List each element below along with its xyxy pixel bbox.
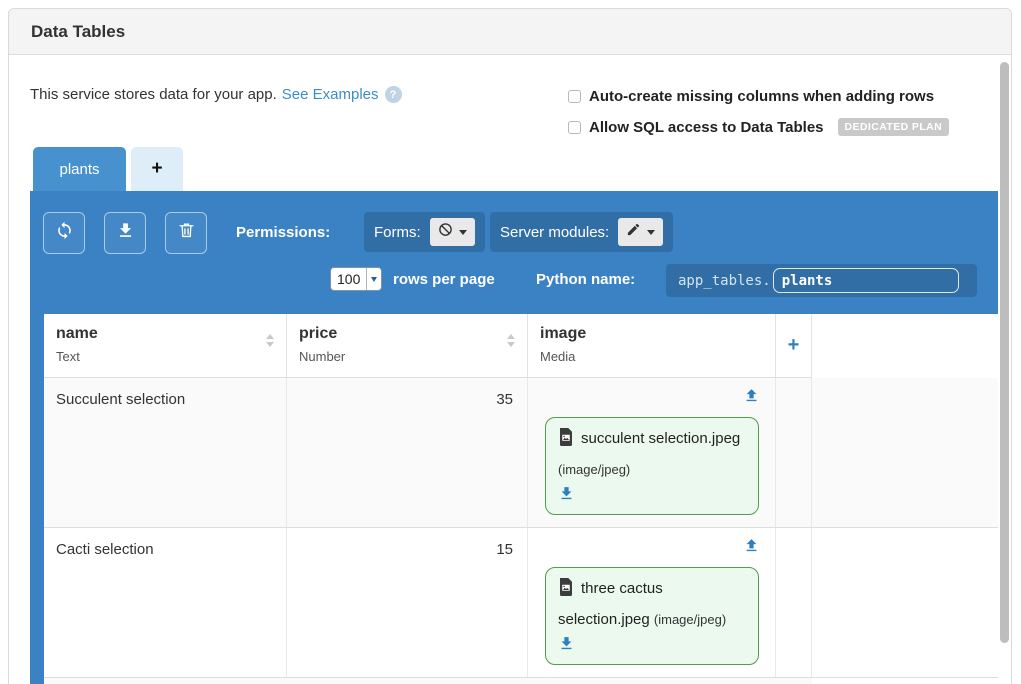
- option-auto-create[interactable]: Auto-create missing columns when adding …: [568, 88, 934, 105]
- server-modules-permission-dropdown[interactable]: [618, 218, 663, 246]
- dedicated-plan-badge: DEDICATED PLAN: [838, 118, 950, 136]
- refresh-icon: [55, 221, 74, 245]
- ban-icon: [438, 222, 453, 242]
- file-image-icon: [558, 428, 574, 456]
- table-row: Succulent selection 35 succulent selecti…: [44, 378, 998, 528]
- chevron-down-icon: [647, 230, 655, 235]
- media-filename: succulent selection.jpeg: [581, 430, 740, 447]
- cell-name[interactable]: Succulent selection: [44, 378, 287, 527]
- python-name-label: Python name:: [536, 271, 635, 288]
- cell-media: succulent selection.jpeg (image/jpeg): [528, 378, 776, 527]
- cell-name[interactable]: Cacti selection: [44, 528, 287, 677]
- auto-create-checkbox[interactable]: [568, 90, 581, 103]
- sort-icon[interactable]: [266, 334, 274, 347]
- tab-plants-label: plants: [59, 161, 99, 178]
- export-button[interactable]: [104, 212, 146, 254]
- cell-empty: [776, 378, 812, 527]
- rows-per-page-label: rows per page: [393, 271, 495, 288]
- sort-icon[interactable]: [507, 334, 515, 347]
- python-name-group: app_tables.: [666, 264, 977, 297]
- add-column-button[interactable]: +: [776, 314, 812, 378]
- forms-permission-dropdown[interactable]: [430, 218, 475, 246]
- option-allow-sql[interactable]: Allow SQL access to Data Tables DEDICATE…: [568, 118, 949, 136]
- download-icon[interactable]: [558, 635, 746, 656]
- column-header-name[interactable]: name Text: [44, 314, 287, 378]
- vertical-scrollbar[interactable]: [1000, 62, 1009, 643]
- server-modules-permission-group: Server modules:: [490, 212, 673, 252]
- python-name-prefix: app_tables.: [678, 273, 771, 289]
- permissions-label: Permissions:: [236, 224, 330, 241]
- table-row: Cacti selection 15 three cactus selectio…: [44, 528, 998, 678]
- next-row-sliver: [44, 678, 812, 684]
- tab-plants[interactable]: plants: [33, 147, 126, 191]
- plus-icon: +: [788, 334, 800, 357]
- chevron-down-icon: [459, 230, 467, 235]
- python-name-input[interactable]: [773, 268, 959, 293]
- media-mimetype: (image/jpeg): [558, 462, 630, 477]
- question-circle-icon[interactable]: ?: [385, 86, 402, 103]
- upload-icon[interactable]: [743, 537, 760, 558]
- forms-label: Forms:: [374, 224, 421, 241]
- column-header-image[interactable]: image Media: [528, 314, 776, 378]
- media-file-box: succulent selection.jpeg (image/jpeg): [545, 417, 759, 515]
- table-header-row: name Text price Number image Media +: [44, 314, 998, 378]
- rows-per-page-value: 100: [331, 268, 366, 290]
- cell-price[interactable]: 35: [287, 378, 528, 527]
- data-table: name Text price Number image Media + Suc…: [44, 314, 998, 684]
- allow-sql-checkbox[interactable]: [568, 121, 581, 134]
- see-examples-link[interactable]: See Examples: [282, 86, 379, 103]
- column-header-price[interactable]: price Number: [287, 314, 528, 378]
- allow-sql-label: Allow SQL access to Data Tables: [589, 119, 824, 136]
- media-mimetype: (image/jpeg): [654, 612, 726, 627]
- media-file-box: three cactus selection.jpeg (image/jpeg): [545, 567, 759, 665]
- download-icon: [116, 221, 135, 245]
- plus-icon: +: [151, 158, 162, 180]
- forms-permission-group: Forms:: [364, 212, 485, 252]
- cell-media: three cactus selection.jpeg (image/jpeg): [528, 528, 776, 677]
- table-editor-panel: Permissions: Forms: Server modules: 100 …: [30, 191, 998, 684]
- delete-table-button[interactable]: [165, 212, 207, 254]
- auto-create-label: Auto-create missing columns when adding …: [589, 88, 934, 105]
- cell-price[interactable]: 15: [287, 528, 528, 677]
- add-table-tab[interactable]: +: [131, 147, 183, 191]
- rows-per-page-select[interactable]: 100: [330, 267, 382, 291]
- pencil-icon: [626, 222, 641, 242]
- trash-icon: [177, 221, 196, 245]
- refresh-button[interactable]: [43, 212, 85, 254]
- upload-icon[interactable]: [743, 387, 760, 408]
- intro-line: This service stores data for your app. S…: [30, 86, 402, 103]
- cell-empty: [776, 528, 812, 677]
- panel-header: Data Tables: [9, 9, 1011, 55]
- page-title: Data Tables: [31, 22, 125, 42]
- intro-text: This service stores data for your app.: [30, 86, 277, 103]
- download-icon[interactable]: [558, 485, 746, 506]
- chevron-down-icon: [366, 268, 381, 290]
- server-modules-label: Server modules:: [500, 224, 609, 241]
- file-image-icon: [558, 578, 574, 606]
